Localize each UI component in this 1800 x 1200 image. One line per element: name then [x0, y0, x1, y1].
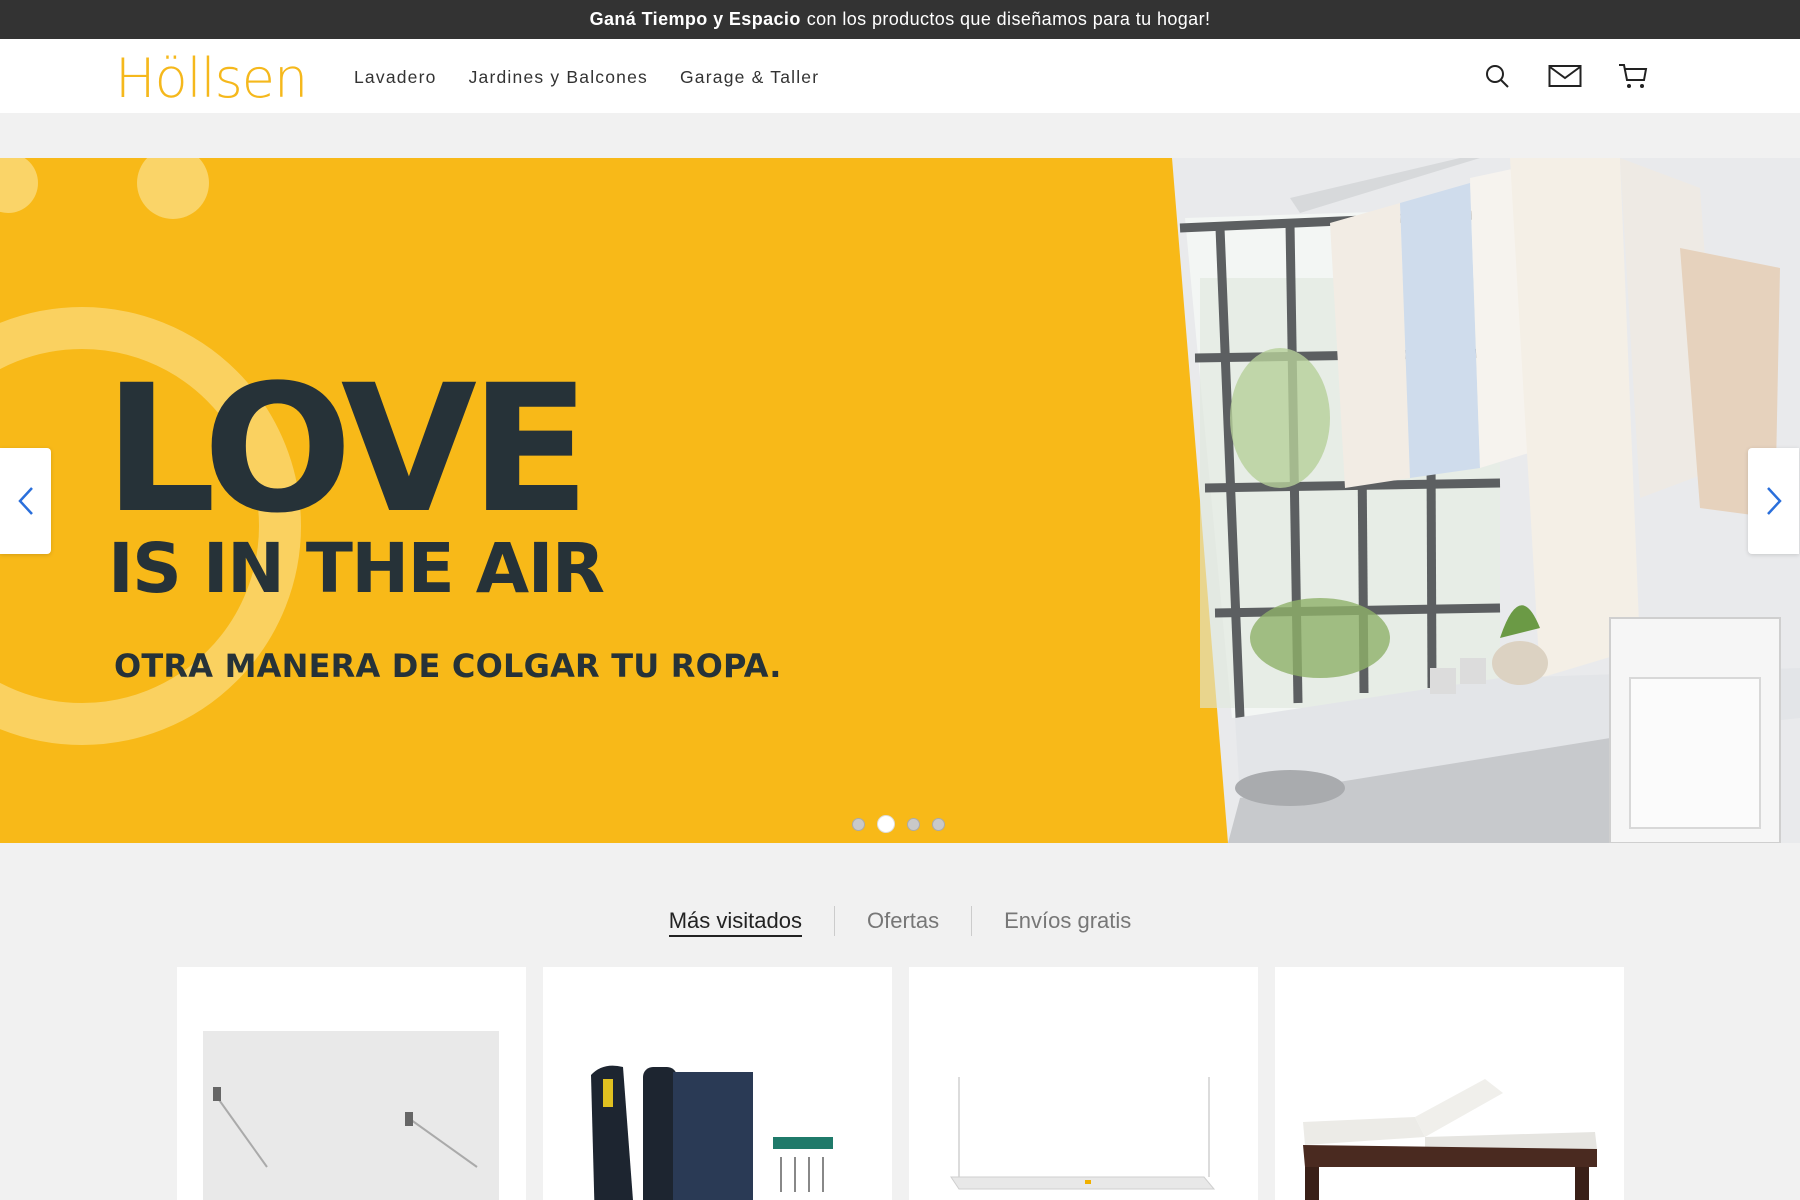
- slider-dot-active[interactable]: [877, 815, 895, 833]
- hero-tagline: OTRA MANERA DE COLGAR TU ROPA.: [114, 647, 782, 685]
- brand-logo[interactable]: Höllsen: [115, 47, 308, 110]
- product-card[interactable]: [177, 967, 526, 1200]
- main-nav: Lavadero Jardines y Balcones Garage & Ta…: [354, 67, 819, 88]
- product-image: [203, 1031, 499, 1200]
- tab-mas-visitados[interactable]: Más visitados: [637, 904, 834, 938]
- product-card[interactable]: [543, 967, 892, 1200]
- hero-subtitle: IS IN THE AIR: [108, 529, 605, 609]
- slider-dots: [852, 815, 945, 833]
- header-actions: [1480, 59, 1650, 93]
- slider-prev-button[interactable]: [0, 448, 51, 554]
- nav-item-jardines[interactable]: Jardines y Balcones: [469, 67, 648, 88]
- site-header: Höllsen Lavadero Jardines y Balcones Gar…: [0, 39, 1800, 113]
- slider-dot[interactable]: [907, 817, 920, 831]
- tab-envios-gratis[interactable]: Envíos gratis: [972, 904, 1163, 938]
- product-image: [1303, 1079, 1597, 1200]
- product-tabs: Más visitados Ofertas Envíos gratis: [0, 904, 1800, 938]
- nav-item-lavadero[interactable]: Lavadero: [354, 67, 437, 88]
- product-card[interactable]: [909, 967, 1258, 1200]
- slider-dot[interactable]: [852, 817, 865, 831]
- hero-title: LOVE: [104, 347, 590, 552]
- chevron-right-icon: [1766, 487, 1782, 515]
- tab-ofertas[interactable]: Ofertas: [835, 904, 971, 938]
- slider-dot[interactable]: [932, 817, 945, 831]
- product-image: [591, 1065, 833, 1200]
- product-grid: [177, 967, 1624, 1200]
- mail-icon[interactable]: [1548, 59, 1582, 93]
- search-icon[interactable]: [1480, 59, 1514, 93]
- hero-text: LOVE IS IN THE AIR OTRA MANERA DE COLGAR…: [104, 347, 782, 685]
- promo-bold-text: Ganá Tiempo y Espacio: [589, 9, 801, 29]
- slider-next-button[interactable]: [1748, 448, 1799, 554]
- product-card[interactable]: [1275, 967, 1624, 1200]
- product-image: [950, 1077, 1216, 1190]
- promo-bar: Ganá Tiempo y Espacio con los productos …: [0, 0, 1800, 39]
- cart-icon[interactable]: [1616, 59, 1650, 93]
- hero-slider: LOVE IS IN THE AIR OTRA MANERA DE COLGAR…: [0, 158, 1800, 843]
- nav-item-garage[interactable]: Garage & Taller: [680, 67, 819, 88]
- promo-text: con los productos que diseñamos para tu …: [806, 9, 1211, 29]
- chevron-left-icon: [17, 487, 33, 515]
